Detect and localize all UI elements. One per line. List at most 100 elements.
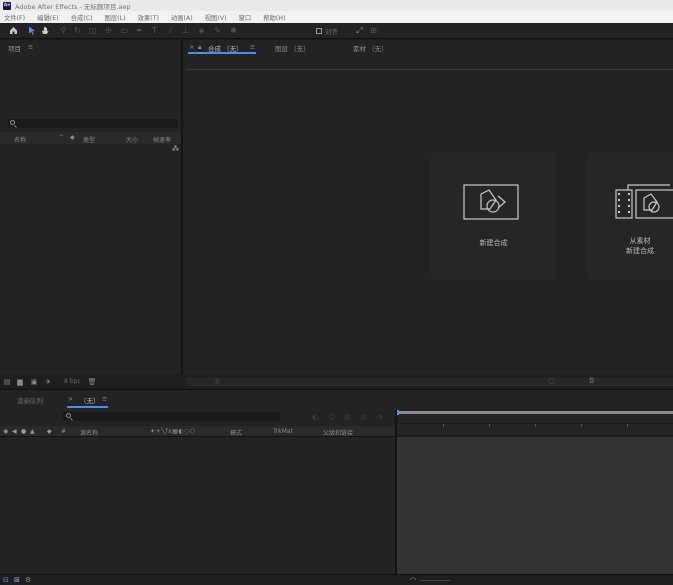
snapping-icon[interactable]: ⤢ (355, 26, 364, 35)
timeline-status-bar: ⊟ ⊠ ⚙ ◠ (0, 574, 673, 585)
project-panel-menu-icon[interactable]: ≡ (28, 43, 33, 51)
video-switch-icon[interactable]: ◉ (3, 428, 8, 435)
new-composition-label: 新建合成 (479, 239, 508, 247)
selection-tool-icon[interactable] (27, 26, 36, 35)
work-area-bar[interactable] (399, 411, 673, 414)
brush-tool-icon[interactable]: ⁄ (166, 26, 175, 35)
clone-stamp-tool-icon[interactable]: ⊥ (181, 26, 190, 35)
bit-depth-label[interactable]: 8 bpc (64, 378, 81, 385)
home-icon[interactable] (9, 26, 18, 35)
ruler-tick (489, 424, 490, 427)
timeline-zoom-slider[interactable] (420, 580, 450, 581)
project-panel-title[interactable]: 项目 (8, 43, 21, 53)
eraser-tool-icon[interactable]: ◈ (197, 26, 206, 35)
layer-switches-icons[interactable]: ✦☀╲fx▦◐◌⬡ (150, 428, 196, 435)
new-composition-from-footage-card[interactable]: 从素材 新建合成 (586, 152, 673, 279)
type-column-header[interactable]: 类型 (83, 135, 95, 144)
menu-file[interactable]: 文件(F) (4, 13, 25, 22)
pan-behind-tool-icon[interactable]: ✣ (104, 26, 113, 35)
rotate-tool-icon[interactable]: ↻ (73, 26, 82, 35)
text-tool-icon[interactable]: T (150, 26, 159, 35)
composition-lock-icon[interactable]: 🔒︎ (198, 43, 201, 52)
graph-editor-icon[interactable]: ◔ (376, 413, 382, 421)
roto-brush-tool-icon[interactable]: ✎ (213, 26, 222, 35)
pen-tool-icon[interactable]: ✒ (135, 26, 144, 35)
menu-layer[interactable]: 图层(L) (105, 13, 126, 22)
frame-rate-column-header[interactable]: 帧速率 (153, 135, 171, 144)
composition-from-footage-icon (615, 184, 673, 219)
hand-tool-icon[interactable] (41, 26, 50, 35)
snapping-options-icon[interactable]: ⊞ (369, 26, 378, 35)
source-name-column-header[interactable]: 源名称 (80, 428, 98, 437)
in-out-toggle-icon[interactable]: ⚙ (25, 576, 31, 584)
tab-footage[interactable]: 素材 （无） (353, 43, 388, 53)
layer-label-tag-icon[interactable]: ◆ (47, 428, 52, 435)
transfer-controls-toggle-icon[interactable]: ⊠ (14, 576, 20, 584)
timeline-ruler[interactable] (397, 410, 673, 435)
viewer-close-icon[interactable]: × (189, 43, 194, 51)
trackmatte-column-header[interactable]: TrkMat (273, 428, 293, 435)
parent-link-column-header[interactable]: 父级和链接 (323, 428, 353, 437)
tab-render-queue[interactable]: 渲染队列 (17, 395, 43, 405)
timeline-active-tab-indicator (67, 406, 108, 408)
mode-column-header[interactable]: 模式 (230, 428, 242, 437)
composition-canvas[interactable]: 新建合成 从素材 新建合成 (186, 69, 673, 382)
size-column-header[interactable]: 大小 (126, 135, 138, 144)
camera-snapshot-icon[interactable]: ◘ (589, 377, 595, 385)
zoom-tool-icon[interactable]: ⚲ (59, 26, 68, 35)
project-panel: 项目 ≡ 名称 ⌃ ◆ 类型 大小 帧速率 ⁂ (0, 40, 181, 374)
menu-animation[interactable]: 动画(A) (171, 13, 193, 22)
magnification-icon[interactable]: ◎ (214, 377, 220, 385)
tab-layer[interactable]: 图层 （无） (275, 43, 310, 53)
menu-edit[interactable]: 编辑(E) (37, 13, 59, 22)
zoom-out-icon[interactable]: ◠ (410, 576, 416, 584)
track-area[interactable] (397, 437, 673, 574)
timeline-tab-menu-icon[interactable]: ≡ (102, 395, 107, 403)
ruler-tick (627, 424, 628, 427)
tools-toolbar: ⚲ ↻ ◫ ✣ ▭ ✒ T ⁄ ⊥ ◈ ✎ ✱ 对齐 ⤢ ⊞ (0, 23, 673, 39)
snap-checkbox[interactable] (316, 28, 322, 34)
sort-chevron-icon[interactable]: ⌃ (59, 134, 64, 141)
draft-3d-icon[interactable]: ◐ (312, 413, 318, 421)
menu-window[interactable]: 窗口 (239, 13, 252, 22)
project-search-input[interactable] (8, 119, 178, 128)
puppet-tool-icon[interactable]: ✱ (229, 26, 238, 35)
menu-effect[interactable]: 效果(T) (138, 13, 159, 22)
shy-layers-icon[interactable]: ☺ (328, 413, 335, 421)
timeline-close-icon[interactable]: × (68, 395, 73, 403)
after-effects-logo-icon: Ae (3, 1, 11, 10)
flowchart-icon[interactable]: ⁂ (172, 145, 179, 153)
search-icon (10, 120, 15, 125)
motion-blur-icon[interactable]: ◍ (360, 413, 366, 421)
region-icon[interactable]: ▢ (548, 377, 555, 385)
lock-switch-icon[interactable]: ▲ (30, 428, 35, 435)
tab-timeline-comp[interactable]: （无） (80, 395, 100, 405)
new-composition-card[interactable]: 新建合成 (430, 152, 557, 279)
from-footage-label-line1: 从素材 (629, 237, 651, 245)
new-folder-icon[interactable]: ▆ (16, 378, 24, 386)
interpret-footage-icon[interactable]: ▤ (3, 378, 11, 386)
composition-tab-menu-icon[interactable]: ≡ (250, 43, 255, 51)
layer-switches-toggle-icon[interactable]: ⊟ (3, 576, 9, 584)
menu-view[interactable]: 视图(V) (205, 13, 227, 22)
label-tag-icon[interactable]: ◆ (70, 134, 75, 141)
render-icon[interactable]: ✈ (44, 378, 52, 386)
new-composition-footer-icon[interactable]: ▣ (30, 378, 38, 386)
layer-number-header[interactable]: # (61, 428, 66, 435)
ruler-tick (581, 424, 582, 427)
name-column-header[interactable]: 名称 (14, 135, 26, 144)
layer-list[interactable] (0, 437, 395, 574)
timeline-controls: ◐ ☺ ▥ ◍ ◔ (0, 410, 395, 426)
camera-tool-icon[interactable]: ◫ (88, 26, 97, 35)
timeline-search-input[interactable] (62, 412, 280, 421)
delete-icon[interactable]: 🗑︎ (88, 378, 97, 386)
menu-help[interactable]: 帮助(H) (263, 13, 285, 22)
audio-switch-icon[interactable]: ◀ (12, 428, 17, 435)
from-footage-label-line2: 新建合成 (626, 247, 654, 255)
solo-switch-icon[interactable]: ● (21, 428, 26, 435)
menu-composition[interactable]: 合成(C) (71, 13, 93, 22)
rectangle-tool-icon[interactable]: ▭ (120, 26, 129, 35)
ruler-tick (443, 424, 444, 427)
snap-label: 对齐 (325, 28, 338, 36)
frame-blending-icon[interactable]: ▥ (344, 413, 351, 421)
